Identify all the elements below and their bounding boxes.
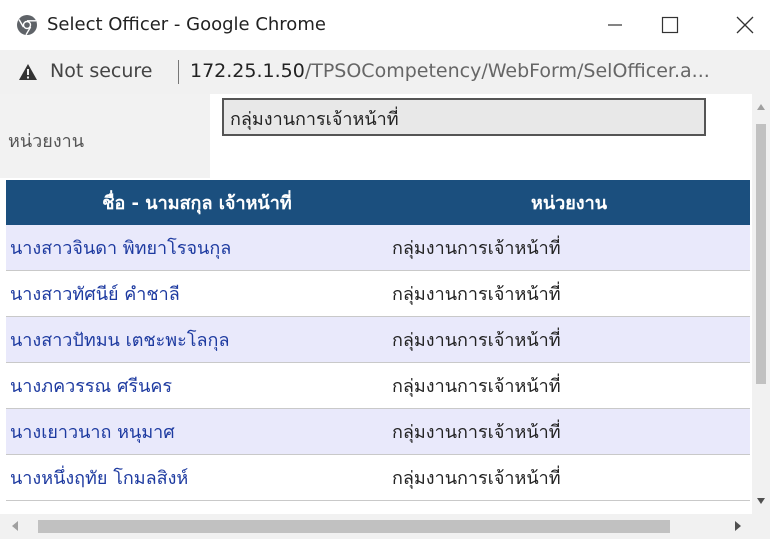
unit-label: หน่วยงาน [8, 131, 85, 152]
officer-name-link[interactable]: นางสาวปัทมน เตชะพะโลกุล [6, 316, 388, 363]
officer-unit: กลุ่มงานการเจ้าหน้าที่ [388, 362, 750, 409]
maximize-button[interactable] [640, 0, 700, 50]
close-icon [736, 16, 754, 34]
security-status[interactable]: Not secure [50, 60, 153, 82]
scroll-left-arrow-icon[interactable] [12, 521, 18, 531]
horizontal-scrollbar[interactable] [0, 514, 770, 539]
minimize-button[interactable] [585, 0, 645, 50]
url-host: 172.25.1.50 [190, 60, 305, 82]
horizontal-scroll-thumb[interactable] [38, 520, 670, 533]
minimize-icon [608, 24, 622, 26]
officer-name-link[interactable]: นางภควรรณ ศรีนคร [6, 362, 388, 409]
scroll-up-arrow-icon[interactable] [757, 104, 765, 110]
close-button[interactable] [715, 0, 770, 50]
table-row[interactable]: นางหนึ่งฤทัย โกมลสิงห์ กลุ่มงานการเจ้าหน… [6, 454, 750, 501]
table-row[interactable]: นางสาวปัทมน เตชะพะโลกุล กลุ่มงานการเจ้าห… [6, 316, 750, 363]
window-titlebar: Select Officer - Google Chrome [0, 0, 770, 50]
officer-name-link[interactable]: นางเยาวนาถ หนุมาศ [6, 408, 388, 455]
table-row[interactable]: นางภควรรณ ศรีนคร กลุ่มงานการเจ้าหน้าที่ [6, 362, 750, 409]
table-row[interactable]: นางสาวจินดา พิทยาโรจนกุล กลุ่มงานการเจ้า… [6, 225, 750, 271]
page-content: หน่วยงาน กลุ่มงานการเจ้าหน้าที่ ชื่อ - น… [0, 94, 752, 514]
chrome-icon [17, 15, 37, 36]
scroll-down-arrow-icon[interactable] [757, 498, 765, 504]
officer-unit: กลุ่มงานการเจ้าหน้าที่ [388, 225, 750, 271]
officer-unit: กลุ่มงานการเจ้าหน้าที่ [388, 454, 750, 501]
officer-unit: กลุ่มงานการเจ้าหน้าที่ [388, 408, 750, 455]
address-bar[interactable]: Not secure 172.25.1.50/TPSOCompetency/We… [0, 50, 770, 94]
scroll-right-arrow-icon[interactable] [735, 521, 741, 531]
officer-name-link[interactable]: นางสาวจินดา พิทยาโรจนกุล [6, 225, 388, 271]
warning-icon[interactable] [18, 62, 38, 82]
officer-unit: กลุ่มงานการเจ้าหน้าที่ [388, 270, 750, 317]
officer-name-link[interactable]: นางหนึ่งฤทัย โกมลสิงห์ [6, 454, 388, 501]
window-title: Select Officer - Google Chrome [47, 14, 326, 35]
unit-label-cell: หน่วยงาน [0, 94, 210, 178]
address-separator [178, 60, 179, 84]
table-row[interactable]: นางเยาวนาถ หนุมาศ กลุ่มงานการเจ้าหน้าที่ [6, 408, 750, 455]
vertical-scroll-thumb[interactable] [756, 124, 766, 384]
filter-row: หน่วยงาน กลุ่มงานการเจ้าหน้าที่ [0, 94, 752, 178]
officer-name-link[interactable]: นางสาวทัศนีย์ คำชาลี [6, 270, 388, 317]
url-text[interactable]: 172.25.1.50/TPSOCompetency/WebForm/SelOf… [190, 60, 710, 82]
column-header-unit: หน่วยงาน [388, 180, 750, 225]
table-row[interactable]: นางสาวทัศนีย์ คำชาลี กลุ่มงานการเจ้าหน้า… [6, 270, 750, 317]
table-header-row: ชื่อ - นามสกุล เจ้าหน้าที่ หน่วยงาน [6, 180, 750, 225]
unit-field[interactable]: กลุ่มงานการเจ้าหน้าที่ [222, 98, 706, 136]
officer-table: ชื่อ - นามสกุล เจ้าหน้าที่ หน่วยงาน นางส… [6, 180, 750, 501]
officer-unit: กลุ่มงานการเจ้าหน้าที่ [388, 316, 750, 363]
vertical-scrollbar[interactable] [752, 94, 770, 514]
column-header-name: ชื่อ - นามสกุล เจ้าหน้าที่ [6, 180, 388, 225]
maximize-icon [661, 16, 679, 34]
url-path: /TPSOCompetency/WebForm/SelOfficer.a... [304, 60, 710, 82]
